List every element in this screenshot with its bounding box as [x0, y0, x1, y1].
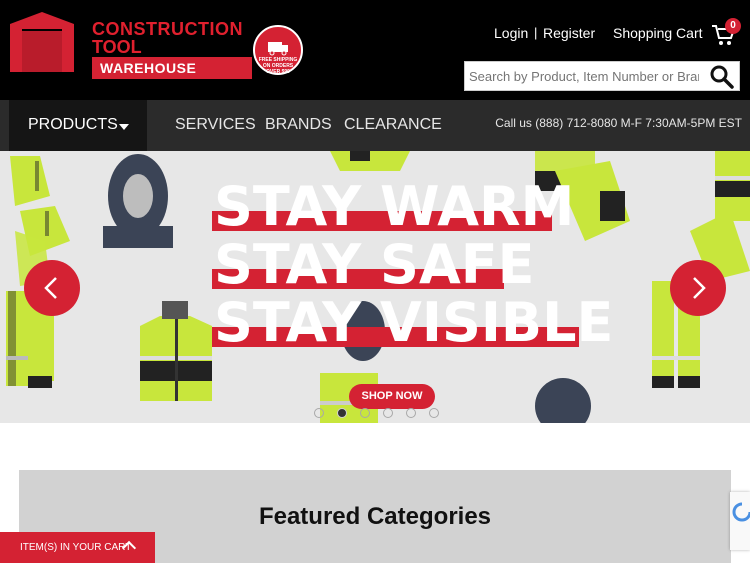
shop-now-button[interactable]: SHOP NOW	[349, 384, 435, 409]
shopping-cart-link[interactable]: Shopping Cart	[613, 25, 703, 41]
chevron-left-icon	[44, 277, 57, 299]
search-input[interactable]	[469, 65, 699, 87]
cart-summary-label: ITEM(S) IN YOUR CART	[20, 542, 132, 553]
cart-summary-bar[interactable]: ITEM(S) IN YOUR CART	[0, 532, 155, 563]
main-nav: PRODUCTS SERVICES BRANDS CLEARANCE Call …	[0, 100, 750, 151]
carousel-prev-button[interactable]	[24, 260, 80, 316]
contact-phone: Call us (888) 712-8080 M-F 7:30AM-5PM ES…	[495, 116, 742, 130]
nav-clearance[interactable]: CLEARANCE	[344, 116, 442, 134]
carousel-dot[interactable]	[314, 408, 324, 418]
nav-brands[interactable]: BRANDS	[265, 116, 332, 134]
free-shipping-badge[interactable]: FREE SHIPPING ON ORDERS OVER $99	[253, 25, 303, 75]
chevron-right-icon	[693, 277, 706, 299]
link-separator: |	[534, 25, 538, 40]
logo-line2: TOOL	[92, 37, 142, 57]
nav-products-label: PRODUCTS	[28, 116, 118, 133]
featured-title: Featured Categories	[258, 503, 492, 530]
search-bar	[464, 61, 740, 91]
carousel-dot[interactable]	[360, 408, 370, 418]
cart-count-badge: 0	[725, 18, 741, 34]
login-link[interactable]: Login	[494, 25, 528, 41]
site-header: CONSTRUCTION TOOL WAREHOUSE FREE SHIPPIN…	[0, 0, 750, 100]
hero-line-2: STAY SAFE	[214, 233, 535, 296]
logo-banner: WAREHOUSE	[92, 57, 252, 79]
hero-line-1: STAY WARM	[214, 175, 575, 238]
nav-services[interactable]: SERVICES	[175, 116, 256, 134]
recaptcha-badge[interactable]	[730, 492, 750, 550]
register-link[interactable]: Register	[543, 25, 595, 41]
nav-products-menu[interactable]: PRODUCTS	[9, 100, 147, 151]
recaptcha-icon	[732, 502, 750, 522]
carousel-dot[interactable]	[337, 408, 347, 418]
hero-carousel: STAY WARM STAY SAFE STAY VISIBLE SHOP NO…	[0, 151, 750, 423]
carousel-dot[interactable]	[429, 408, 439, 418]
carousel-dot[interactable]	[383, 408, 393, 418]
carousel-dot[interactable]	[406, 408, 416, 418]
search-icon[interactable]	[709, 64, 735, 90]
logo-banner-text: WAREHOUSE	[100, 60, 197, 76]
caret-down-icon	[119, 124, 129, 130]
carousel-next-button[interactable]	[670, 260, 726, 316]
hero-line-3: STAY VISIBLE	[214, 291, 614, 354]
free-shipping-text: FREE SHIPPING ON ORDERS OVER $99	[258, 57, 298, 75]
